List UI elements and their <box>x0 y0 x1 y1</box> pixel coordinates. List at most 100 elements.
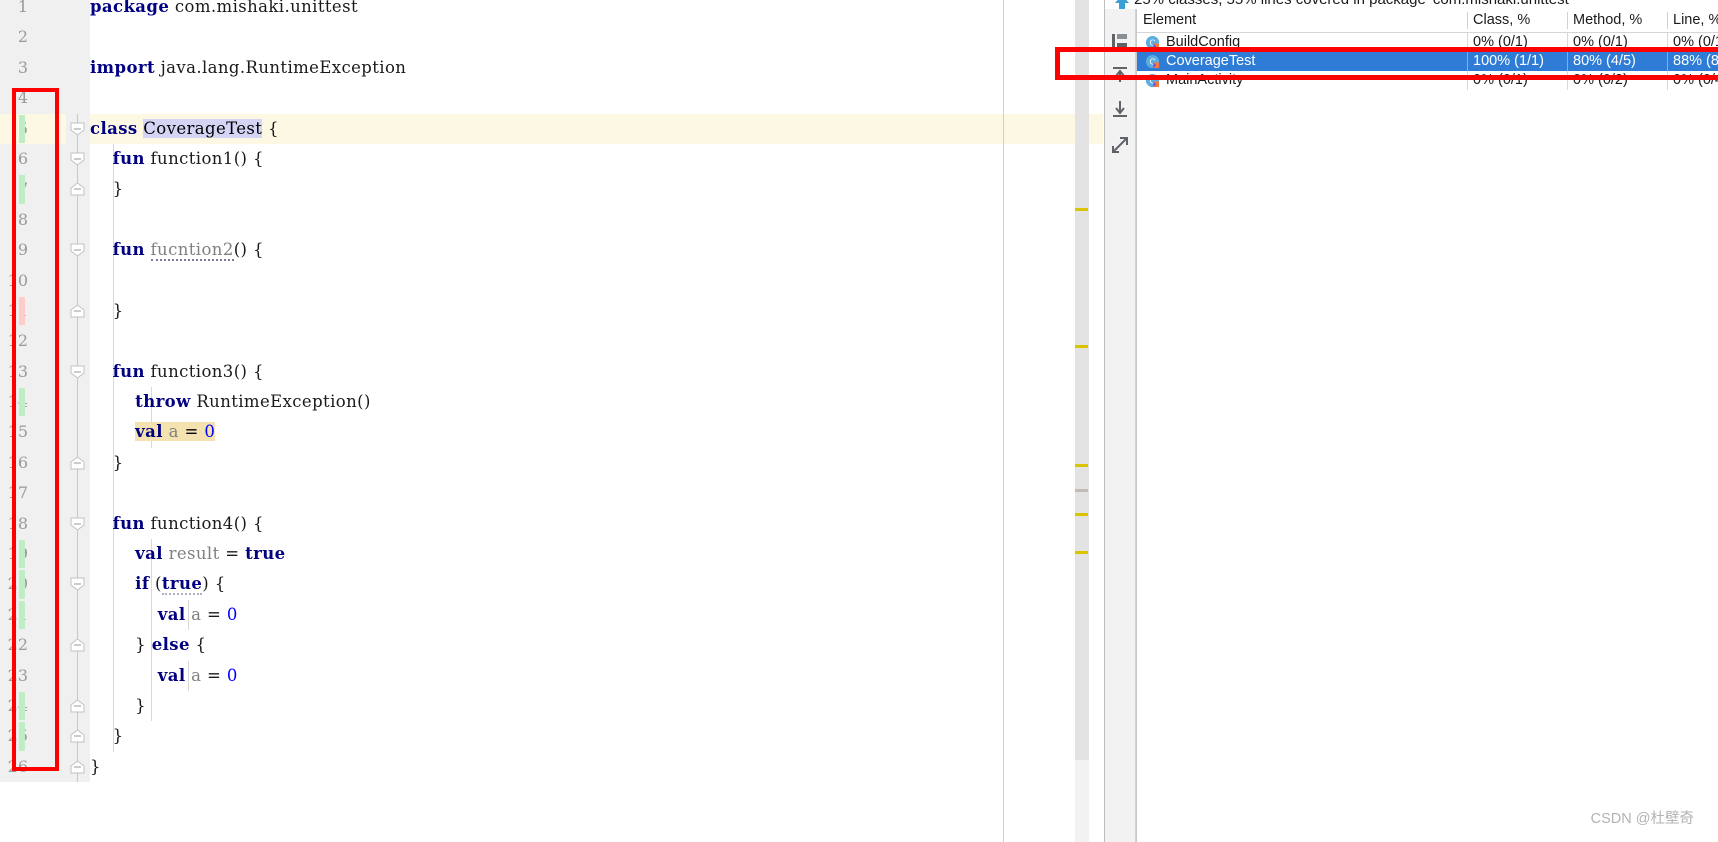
fold-collapse-icon[interactable] <box>70 577 85 592</box>
editor-line[interactable]: 18 fun function4() { <box>0 508 1103 540</box>
coverage-marker-covered[interactable] <box>19 691 25 721</box>
editor-line[interactable]: 24 } <box>0 690 1103 722</box>
editor-line[interactable]: 11 } <box>0 295 1103 327</box>
line-text[interactable]: val a = 0 <box>90 417 216 447</box>
line-text[interactable]: fun function4() { <box>90 509 264 539</box>
editor-scrollbar-thumb[interactable] <box>1075 0 1089 760</box>
line-text[interactable]: package com.mishaki.unittest <box>90 0 358 22</box>
scrollbar-warning-marker[interactable] <box>1075 345 1088 348</box>
editor-line[interactable]: 22 } else { <box>0 630 1103 661</box>
line-text[interactable]: } <box>90 174 124 204</box>
line-text[interactable]: } <box>90 296 124 326</box>
coverage-toolbar[interactable] <box>1105 9 1136 842</box>
editor-line[interactable]: 1 package com.mishaki.unittest <box>0 0 1103 23</box>
line-text[interactable]: fun fucntion2() { <box>90 235 264 265</box>
scrollbar-info-marker[interactable] <box>1075 489 1088 492</box>
fold-column <box>66 417 90 448</box>
line-percent-cell: 0% (0/4) <box>1673 72 1718 88</box>
fold-end-icon[interactable] <box>70 638 85 652</box>
coverage-marker-covered[interactable] <box>19 540 25 569</box>
editor-line[interactable]: 12 <box>0 326 1103 357</box>
line-text[interactable]: if (true) { <box>90 569 226 599</box>
editor-line[interactable]: 15 val a = 0 <box>0 417 1103 448</box>
scrollbar-warning-marker[interactable] <box>1075 464 1088 467</box>
editor-line[interactable]: 25 } <box>0 721 1103 752</box>
line-text[interactable]: throw RuntimeException() <box>90 387 371 417</box>
line-text[interactable]: fun function1() { <box>90 144 264 174</box>
editor-line[interactable]: 26} <box>0 751 1103 783</box>
class-percent-cell: 0% (0/1) <box>1473 34 1528 50</box>
expand-all-icon[interactable] <box>1110 65 1130 85</box>
editor-line[interactable]: 2 <box>0 22 1103 53</box>
editor-line[interactable]: 4 <box>0 83 1103 114</box>
editor-line[interactable]: 16 } <box>0 447 1103 479</box>
collapse-all-icon[interactable] <box>1110 99 1130 119</box>
line-text[interactable]: val a = 0 <box>90 600 238 630</box>
editor-lines[interactable]: 1 package com.mishaki.unittest 2 3 import ja… <box>0 0 1103 783</box>
coverage-marker-covered[interactable] <box>19 175 25 204</box>
editor-line[interactable]: 3 import java.lang.RuntimeException <box>0 52 1103 84</box>
fold-collapse-icon[interactable] <box>70 122 85 136</box>
fold-end-icon[interactable] <box>70 729 85 743</box>
export-icon[interactable] <box>1110 135 1130 155</box>
editor-line[interactable]: 14 throw RuntimeException() <box>0 387 1103 418</box>
line-text[interactable]: } <box>90 752 101 782</box>
editor-line[interactable]: 7 } <box>0 174 1103 205</box>
coverage-marker-covered[interactable] <box>19 114 25 143</box>
coverage-marker-covered[interactable] <box>19 722 25 751</box>
editor-line[interactable]: 21 val a = 0 <box>0 599 1103 631</box>
line-text[interactable]: class CoverageTest { <box>90 114 279 144</box>
coverage-table-row[interactable]: C CoverageTest 100% (1/1) 80% (4/5) 88% (8/9… <box>1137 52 1718 71</box>
fold-collapse-icon[interactable] <box>70 243 85 257</box>
editor-line[interactable]: 10 <box>0 265 1103 296</box>
fold-collapse-icon[interactable] <box>70 517 85 531</box>
editor-line[interactable]: 13 fun function3() { <box>0 356 1103 388</box>
fold-end-icon[interactable] <box>70 699 85 713</box>
coverage-tool-window[interactable]: 25% classes, 55% lines covered in packag… <box>1055 0 1718 842</box>
fold-collapse-icon[interactable] <box>70 365 85 379</box>
fold-end-icon[interactable] <box>70 760 85 774</box>
column-header-line[interactable]: Line, % <box>1667 9 1718 32</box>
line-text[interactable]: } <box>90 721 124 751</box>
coverage-marker-covered[interactable] <box>19 388 25 417</box>
column-divider[interactable] <box>1567 12 1568 29</box>
editor-line[interactable]: 17 <box>0 478 1103 509</box>
fold-column <box>66 265 90 296</box>
coverage-table-row[interactable]: C MainActivity 0% (0/1) 0% (0/2) 0% (0/4) <box>1137 71 1718 90</box>
fold-end-icon[interactable] <box>70 456 85 470</box>
coverage-table-body[interactable]: C BuildConfig 0% (0/1) 0% (0/1) 0% (0/1) C Cov… <box>1137 33 1718 90</box>
flatten-packages-icon[interactable] <box>1110 31 1130 51</box>
editor-line[interactable]: 23 val a = 0 <box>0 660 1103 691</box>
column-divider[interactable] <box>1467 12 1468 29</box>
column-header-class[interactable]: Class, % <box>1467 9 1567 32</box>
editor-line[interactable]: 6 fun function1() { <box>0 143 1103 175</box>
line-text[interactable]: fun function3() { <box>90 357 264 387</box>
scrollbar-warning-marker[interactable] <box>1075 551 1088 554</box>
column-divider[interactable] <box>1667 12 1668 29</box>
line-text[interactable]: import java.lang.RuntimeException <box>90 53 406 83</box>
line-text[interactable]: val a = 0 <box>90 661 238 691</box>
scrollbar-warning-marker[interactable] <box>1075 208 1088 211</box>
column-header-method[interactable]: Method, % <box>1567 9 1667 32</box>
editor-line[interactable]: 20 if (true) { <box>0 569 1103 600</box>
coverage-table[interactable]: Element Class, % Method, % Line, % C BuildCo… <box>1055 9 1718 842</box>
editor-line[interactable]: 5class CoverageTest { <box>0 113 1103 144</box>
editor-line[interactable]: 9 fun fucntion2() { <box>0 235 1103 266</box>
coverage-marker-covered[interactable] <box>19 600 25 630</box>
column-header-element[interactable]: Element <box>1137 9 1467 32</box>
coverage-table-row[interactable]: C BuildConfig 0% (0/1) 0% (0/1) 0% (0/1) <box>1137 33 1718 52</box>
fold-column <box>66 660 90 691</box>
code-editor[interactable]: 1 package com.mishaki.unittest 2 3 import ja… <box>0 0 1103 842</box>
fold-end-icon[interactable] <box>70 182 85 196</box>
line-text[interactable]: } else { <box>90 630 206 660</box>
line-text[interactable]: } <box>90 448 124 478</box>
editor-line[interactable]: 8 <box>0 204 1103 236</box>
fold-end-icon[interactable] <box>70 304 85 318</box>
scrollbar-warning-marker[interactable] <box>1075 513 1088 516</box>
fold-collapse-icon[interactable] <box>70 152 85 166</box>
editor-line[interactable]: 19 val result = true <box>0 539 1103 570</box>
line-text[interactable]: val result = true <box>90 539 286 569</box>
line-text[interactable]: } <box>90 691 146 721</box>
coverage-marker-covered[interactable] <box>19 570 25 599</box>
coverage-marker-uncovered[interactable] <box>19 296 25 326</box>
